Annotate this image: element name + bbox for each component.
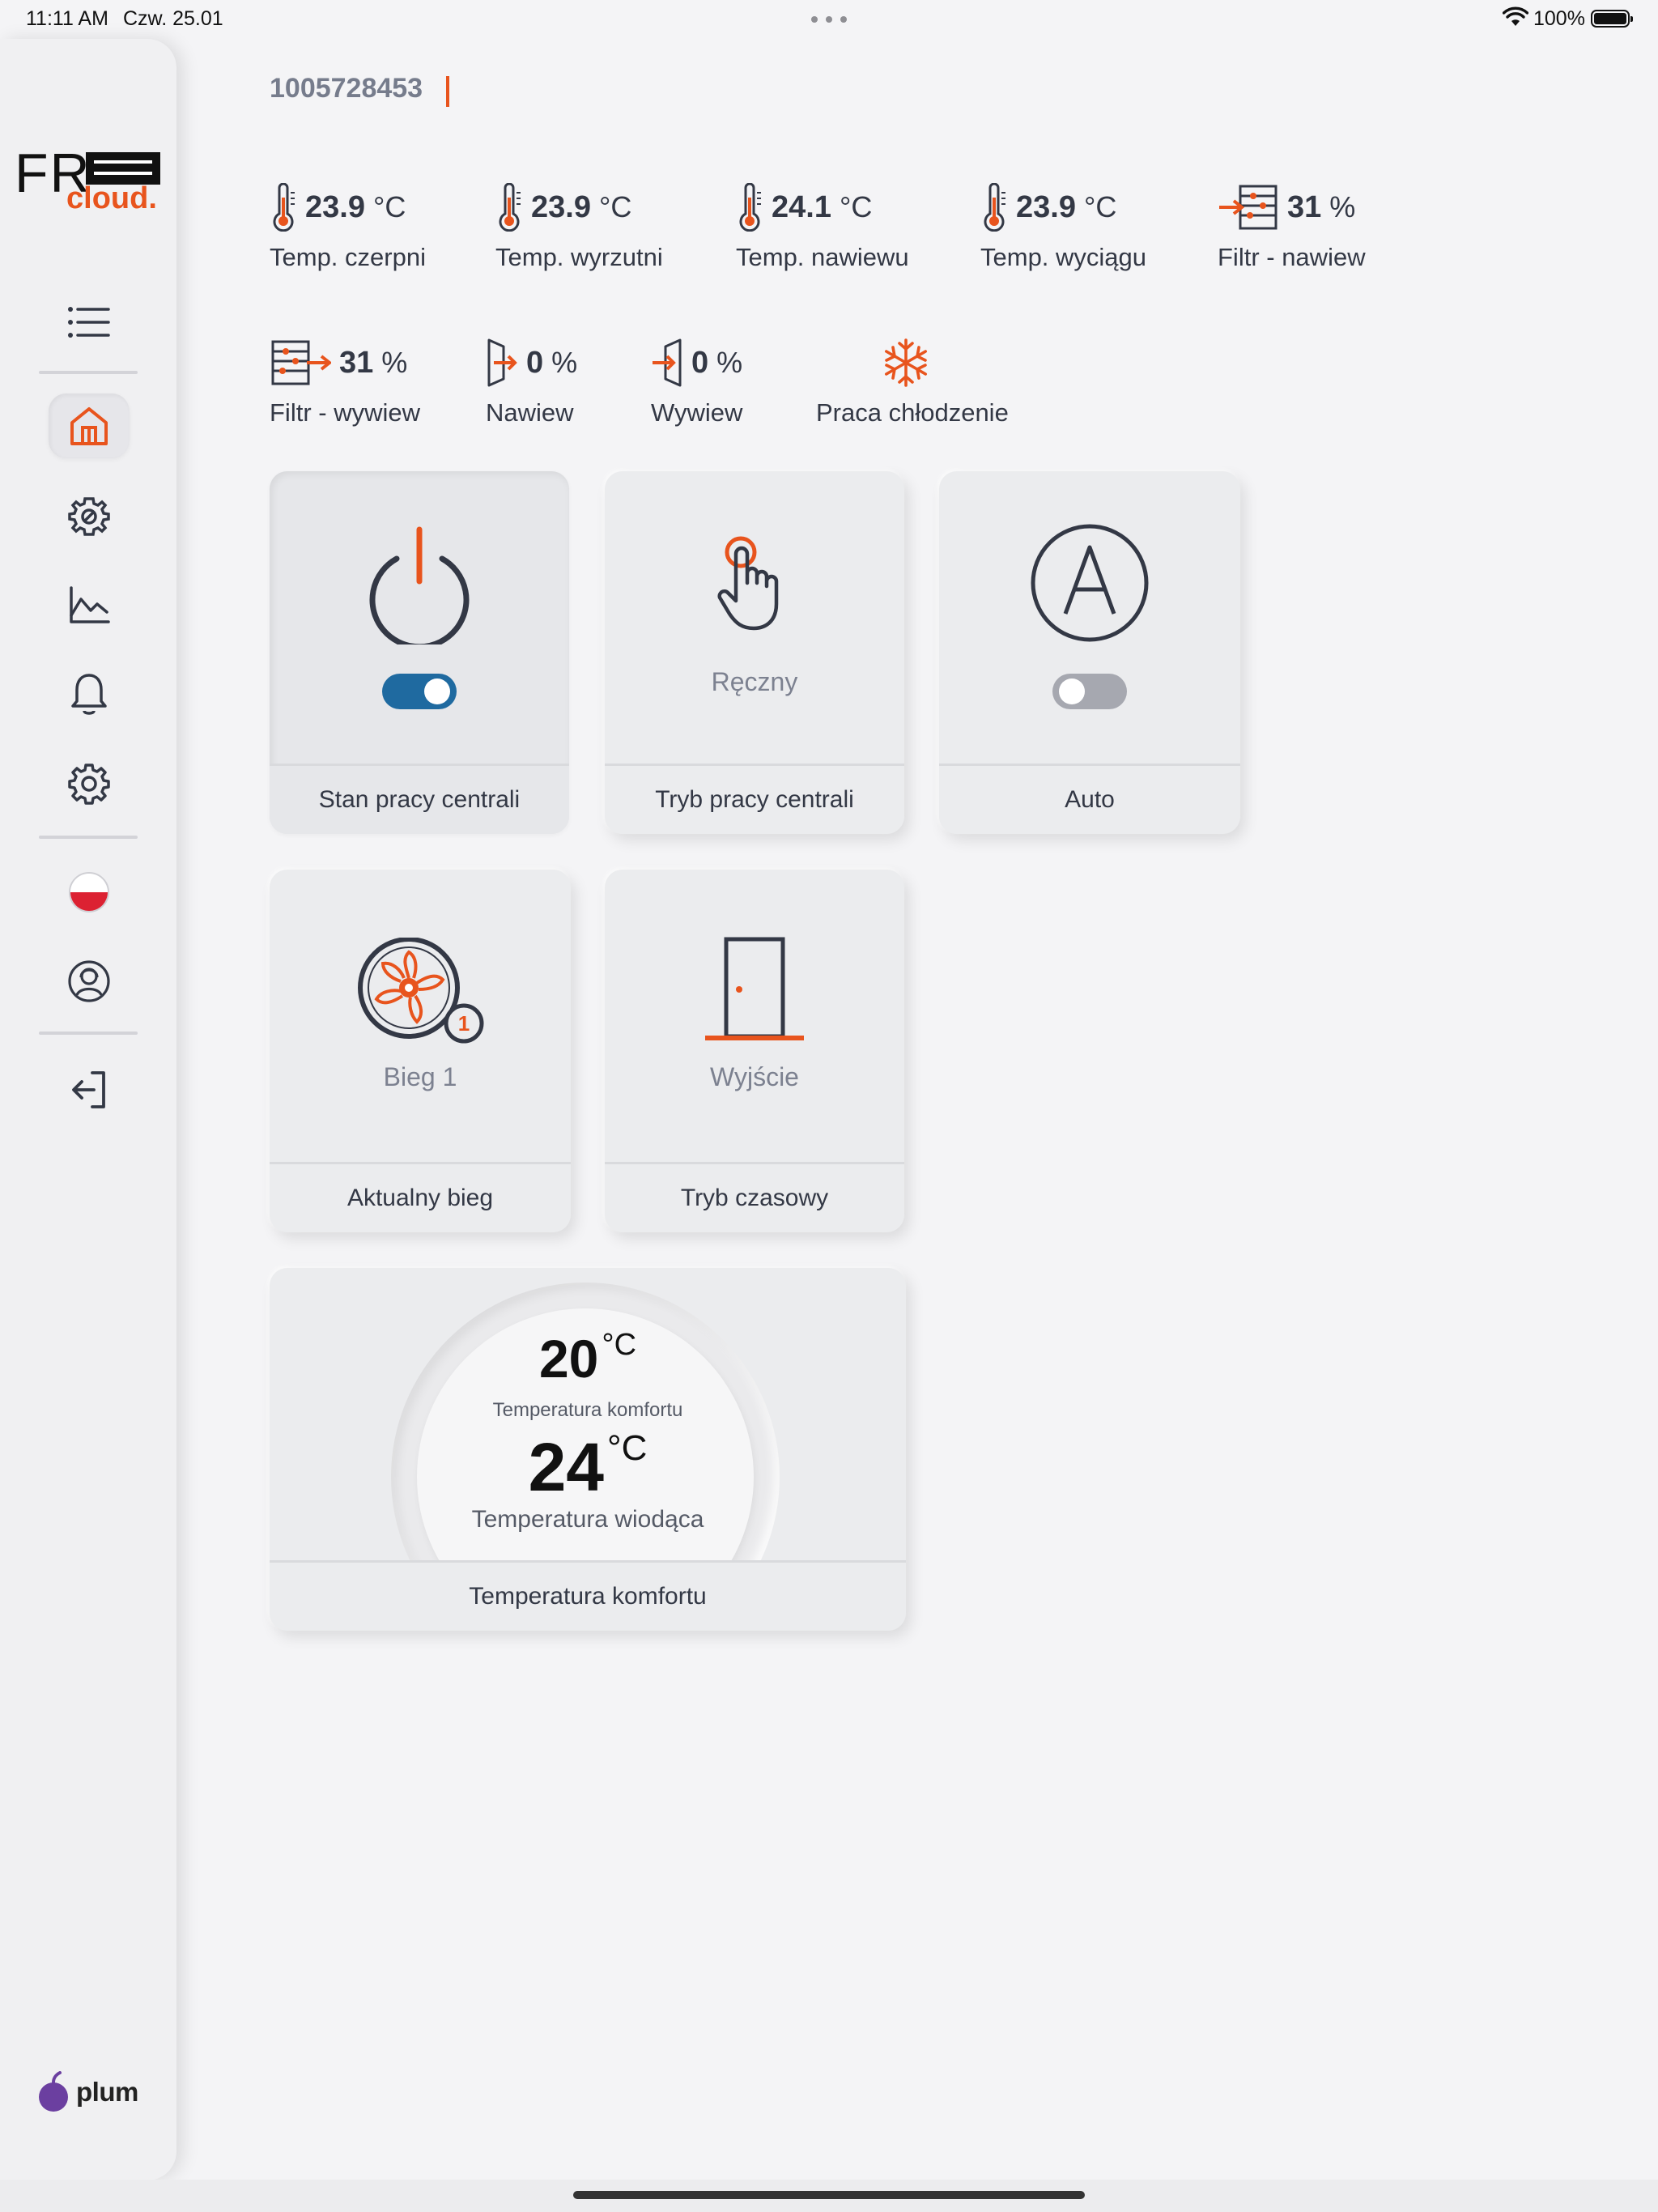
- speed-value: Bieg 1: [383, 1062, 457, 1091]
- plum-brand: plum: [37, 2071, 138, 2113]
- tile-comfort-temperature[interactable]: 20 °C Temperatura komfortu 24°C Temperatu…: [270, 1268, 906, 1631]
- snowflake-icon: [885, 338, 928, 387]
- supply-damper-icon: [487, 338, 517, 387]
- nav-account[interactable]: [49, 949, 130, 1014]
- thermometer-icon: [984, 183, 1005, 232]
- reading-temp-intake: 23.9 °C Temp. czerpni: [270, 183, 426, 272]
- reading-filter-exhaust: 31 % Filtr - wywiew: [270, 338, 420, 428]
- nav-language[interactable]: [49, 860, 130, 925]
- reading-filter-supply: 31 % Filtr - nawiew: [1218, 183, 1366, 272]
- filter-exhaust-icon: [271, 340, 331, 385]
- device-id-cursor: [446, 76, 449, 107]
- exhaust-damper-icon: [653, 338, 682, 387]
- thermometer-icon: [499, 183, 521, 232]
- nav-divider: [39, 1032, 138, 1035]
- nav-service[interactable]: [49, 484, 130, 549]
- sidebar: FR cloud. plum: [0, 39, 176, 2180]
- time-mode-value: Wyjście: [710, 1062, 799, 1091]
- tile-time-mode[interactable]: Wyjście Tryb czasowy: [605, 870, 904, 1232]
- tile-label: Auto: [939, 764, 1240, 834]
- nav-alarms[interactable]: [49, 662, 130, 727]
- tile-label: Temperatura komfortu: [270, 1560, 906, 1631]
- thermometer-icon: [739, 183, 761, 232]
- status-date: Czw. 25.01: [123, 7, 223, 30]
- logout-button[interactable]: [49, 1057, 130, 1122]
- hand-pointer-icon: [717, 536, 779, 631]
- tile-work-mode[interactable]: Ręczny Tryb pracy centrali: [605, 471, 904, 834]
- tile-power-state[interactable]: Stan pracy centrali: [270, 471, 569, 834]
- reading-temp-exhaust-outlet: 23.9 °C Temp. wyrzutni: [495, 183, 663, 272]
- reading-supply-damper: 0 % Nawiew: [486, 338, 577, 428]
- home-icon: [70, 407, 108, 445]
- multitasking-dots-icon[interactable]: [811, 16, 847, 23]
- tile-label: Stan pracy centrali: [270, 764, 569, 834]
- menu-icon: [68, 307, 110, 338]
- mode-value: Ręczny: [711, 667, 798, 696]
- poland-flag-icon: [69, 872, 109, 912]
- home-indicator[interactable]: [573, 2191, 1085, 2199]
- thermometer-icon: [273, 183, 295, 232]
- reading-temp-extract: 23.9 °C Temp. wyciągu: [980, 183, 1146, 272]
- nav-divider: [39, 371, 138, 374]
- nav-home[interactable]: [49, 393, 130, 458]
- tile-label: Tryb czasowy: [605, 1162, 904, 1232]
- wifi-icon: [1503, 6, 1528, 26]
- filter-supply-icon: [1219, 185, 1278, 230]
- tile-label: Aktualny bieg: [270, 1162, 571, 1232]
- tile-auto[interactable]: Auto: [939, 471, 1240, 834]
- nav-charts[interactable]: [49, 573, 130, 638]
- plum-logo-icon: [39, 2071, 68, 2112]
- door-exit-icon: [705, 937, 804, 1040]
- service-gear-icon: [68, 497, 110, 536]
- leading-temp-value: 24°C: [528, 1428, 648, 1505]
- comfort-temp-label: Temperatura komfortu: [492, 1399, 683, 1421]
- tile-current-speed[interactable]: 1 Bieg 1 Aktualny bieg: [270, 870, 571, 1232]
- reading-temp-supply: 24.1 °C Temp. nawiewu: [736, 183, 909, 272]
- tile-label: Tryb pracy centrali: [605, 764, 904, 834]
- status-time: 11:11 AM: [26, 7, 108, 30]
- reading-cooling: Praca chłodzenie: [816, 338, 1012, 428]
- device-id: 1005728453: [270, 73, 423, 104]
- leading-temp-label: Temperatura wiodąca: [471, 1506, 704, 1533]
- battery-icon: [1591, 10, 1633, 28]
- reading-exhaust-damper: 0 % Wywiew: [651, 338, 742, 428]
- auto-icon: [1031, 524, 1149, 642]
- status-bar: 11:11 AM Czw. 25.01 100%: [0, 0, 1658, 39]
- power-toggle[interactable]: [382, 674, 457, 709]
- comfort-temp-value: 20 °C: [538, 1328, 637, 1389]
- speed-badge: 1: [458, 1011, 470, 1036]
- bell-icon: [71, 674, 107, 715]
- power-icon: [369, 526, 470, 644]
- freecloud-logo: FR cloud.: [15, 112, 168, 217]
- logout-icon: [72, 1071, 105, 1108]
- user-icon: [68, 960, 110, 1002]
- auto-toggle[interactable]: [1052, 674, 1127, 709]
- chart-icon: [70, 586, 110, 623]
- fan-icon: 1: [358, 938, 484, 1044]
- nav-settings[interactable]: [49, 751, 130, 816]
- nav-divider: [39, 836, 138, 839]
- settings-icon: [68, 764, 110, 805]
- battery-percent: 100%: [1533, 7, 1585, 30]
- menu-button[interactable]: [49, 290, 130, 355]
